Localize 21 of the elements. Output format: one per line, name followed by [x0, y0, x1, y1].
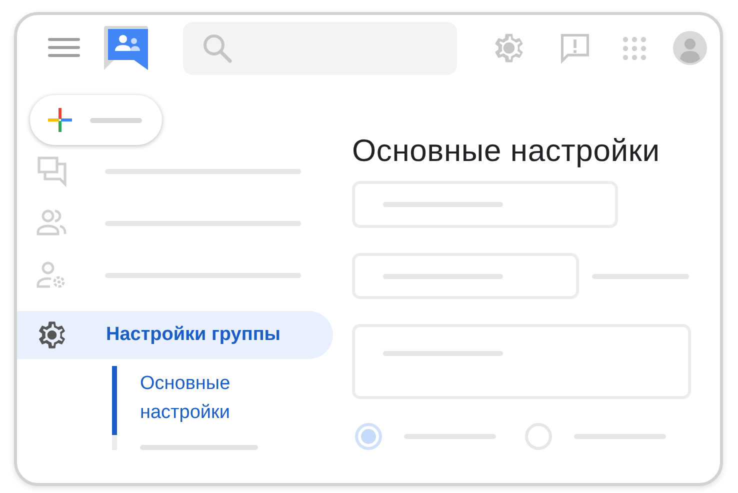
input-field[interactable] [352, 253, 579, 299]
subnav-item[interactable]: Основные настройки [112, 366, 280, 435]
avatar-icon[interactable] [673, 31, 707, 65]
search-field[interactable] [183, 22, 457, 74]
search-icon [202, 33, 232, 63]
radio-button[interactable] [355, 423, 382, 450]
page-title: Основные настройки [352, 133, 661, 169]
plus-icon [48, 108, 72, 132]
compose-button[interactable] [30, 95, 162, 145]
settings-icon [36, 319, 68, 351]
text-area[interactable] [352, 324, 691, 399]
placeholder-line [90, 118, 142, 122]
feedback-icon[interactable] [558, 31, 592, 65]
menu-icon[interactable] [48, 38, 80, 58]
radio-button[interactable] [525, 423, 552, 450]
groups-logo-icon[interactable] [104, 26, 148, 70]
nav-item[interactable]: Настройки группы [17, 311, 333, 359]
input-field[interactable] [352, 181, 618, 228]
settings-icon[interactable] [492, 31, 526, 65]
chat-icon [36, 155, 68, 187]
apps-grid-icon[interactable] [621, 34, 648, 62]
